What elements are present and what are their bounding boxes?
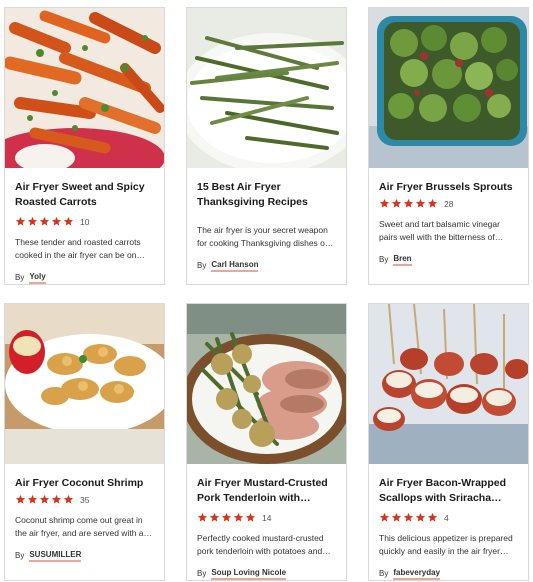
star-icon bbox=[391, 512, 402, 522]
star-icon bbox=[403, 198, 414, 208]
recipe-description: Sweet and tart balsamic vinegar pairs we… bbox=[379, 219, 500, 242]
rating: 35 bbox=[15, 493, 156, 506]
byline: By fabeveryday bbox=[379, 567, 520, 580]
brussels-sprouts-photo[interactable] bbox=[369, 8, 528, 168]
star-icon bbox=[27, 216, 38, 226]
star-rating bbox=[197, 512, 256, 523]
recipe-title[interactable]: Air Fryer Sweet and Spicy Roasted Carrot… bbox=[15, 180, 156, 210]
rating: 4 bbox=[379, 511, 520, 524]
star-icon bbox=[427, 198, 438, 208]
star-rating bbox=[15, 494, 74, 505]
roasted-carrots-photo[interactable] bbox=[5, 8, 164, 168]
recipe-title[interactable]: Air Fryer Bacon-Wrapped Scallops with Sr… bbox=[379, 476, 520, 506]
recipe-title[interactable]: Air Fryer Mustard-Crusted Pork Tenderloi… bbox=[197, 476, 338, 506]
star-icon bbox=[403, 512, 414, 522]
by-label: By bbox=[379, 255, 389, 264]
star-icon bbox=[427, 512, 438, 522]
star-rating bbox=[379, 512, 438, 523]
star-icon bbox=[27, 494, 38, 504]
star-icon bbox=[39, 494, 50, 504]
byline: By Carl Hanson bbox=[197, 259, 338, 272]
rating-count: 28 bbox=[444, 198, 454, 209]
recipe-description: Perfectly cooked mustard-crusted pork te… bbox=[197, 533, 324, 556]
recipe-card[interactable]: 15 Best Air Fryer Thanksgiving Recipes T… bbox=[186, 7, 347, 285]
recipe-card[interactable]: Air Fryer Sweet and Spicy Roasted Carrot… bbox=[4, 7, 165, 285]
star-icon bbox=[415, 512, 426, 522]
star-icon bbox=[379, 198, 390, 208]
star-icon bbox=[379, 512, 390, 522]
rating-count: 4 bbox=[444, 512, 449, 523]
rating: 10 bbox=[15, 215, 156, 228]
green-beans-photo[interactable] bbox=[187, 8, 346, 168]
star-icon bbox=[245, 512, 256, 522]
recipe-description: This delicious appetizer is prepared qui… bbox=[379, 533, 513, 556]
byline: By Soup Loving Nicole bbox=[197, 567, 338, 580]
recipe-card[interactable]: Air Fryer Mustard-Crusted Pork Tenderloi… bbox=[186, 303, 347, 581]
recipe-card[interactable]: Air Fryer Brussels Sprouts 28 Sweet and … bbox=[368, 7, 529, 285]
bacon-scallops-photo[interactable] bbox=[369, 304, 528, 464]
star-icon bbox=[209, 512, 220, 522]
by-label: By bbox=[379, 569, 389, 578]
star-icon bbox=[63, 494, 74, 504]
by-label: By bbox=[15, 551, 25, 560]
author-link[interactable]: Carl Hanson bbox=[211, 259, 259, 272]
author-link[interactable]: SUSUMILLER bbox=[29, 549, 82, 562]
by-label: By bbox=[197, 261, 207, 270]
star-icon bbox=[15, 494, 26, 504]
star-icon bbox=[39, 216, 50, 226]
star-rating bbox=[379, 198, 438, 209]
recipe-description: These tender and roasted carrots cooked … bbox=[15, 237, 141, 260]
author-link[interactable]: Soup Loving Nicole bbox=[211, 567, 287, 580]
rating-count: 35 bbox=[80, 494, 90, 505]
star-icon bbox=[233, 512, 244, 522]
rating-count: 10 bbox=[80, 216, 90, 227]
star-icon bbox=[63, 216, 74, 226]
star-icon bbox=[221, 512, 232, 522]
author-link[interactable]: Yoly bbox=[29, 271, 46, 284]
star-rating bbox=[15, 216, 74, 227]
star-icon bbox=[391, 198, 402, 208]
coconut-shrimp-photo[interactable] bbox=[5, 304, 164, 464]
byline: By Yoly bbox=[15, 271, 156, 284]
star-icon bbox=[197, 512, 208, 522]
recipe-title[interactable]: 15 Best Air Fryer Thanksgiving Recipes bbox=[197, 180, 338, 210]
rating: 28 bbox=[379, 197, 520, 210]
by-label: By bbox=[197, 569, 207, 578]
author-link[interactable]: fabeveryday bbox=[393, 567, 441, 580]
star-icon bbox=[15, 216, 26, 226]
author-link[interactable]: Bren bbox=[393, 253, 412, 266]
recipe-card[interactable]: Air Fryer Coconut Shrimp 35 Coconut shri… bbox=[4, 303, 165, 581]
rating-count: 14 bbox=[262, 512, 272, 523]
recipe-description: Coconut shrimp come out great in the air… bbox=[15, 515, 144, 538]
byline: By SUSUMILLER bbox=[15, 549, 156, 562]
by-label: By bbox=[15, 273, 25, 282]
star-icon bbox=[51, 494, 62, 504]
recipe-description: The air fryer is your secret weapon for … bbox=[197, 225, 330, 248]
byline: By Bren bbox=[379, 253, 520, 266]
pork-tenderloin-photo[interactable] bbox=[187, 304, 346, 464]
rating: 14 bbox=[197, 511, 338, 524]
recipe-card[interactable]: Air Fryer Bacon-Wrapped Scallops with Sr… bbox=[368, 303, 529, 581]
star-icon bbox=[415, 198, 426, 208]
star-icon bbox=[51, 216, 62, 226]
